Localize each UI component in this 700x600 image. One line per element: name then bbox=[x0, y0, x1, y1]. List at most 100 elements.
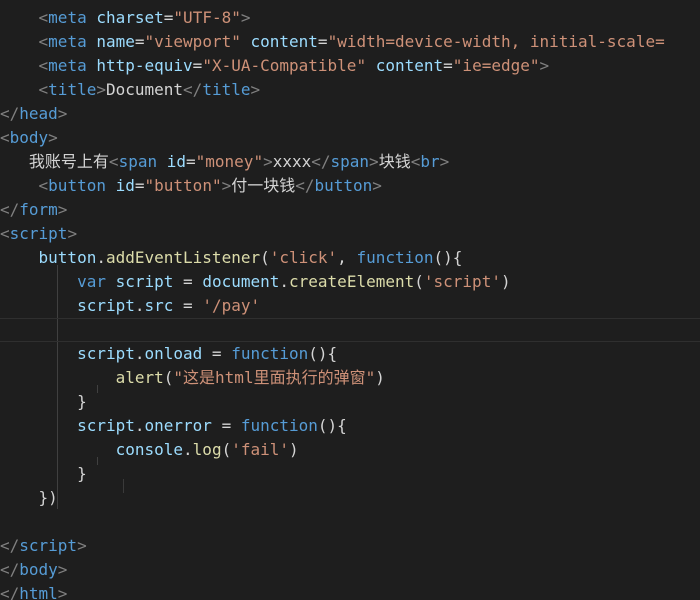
code-token: function bbox=[240, 416, 318, 435]
code-token: log bbox=[192, 440, 222, 459]
code-token: Document bbox=[105, 80, 184, 99]
code-token: . bbox=[183, 440, 193, 459]
code-token: meta bbox=[48, 56, 87, 75]
code-line[interactable]: <meta name="viewport" content="width=dev… bbox=[0, 30, 700, 54]
code-line[interactable]: script.onerror = function(){ bbox=[0, 414, 700, 438]
code-token: > bbox=[48, 128, 58, 147]
code-token: body bbox=[9, 128, 49, 147]
code-line[interactable]: </head> bbox=[0, 102, 700, 126]
code-token: var bbox=[77, 272, 106, 291]
code-token: id bbox=[115, 176, 135, 195]
code-token: = bbox=[192, 56, 203, 75]
code-token: (){ bbox=[308, 344, 338, 363]
code-token: 我账号上有 bbox=[28, 152, 109, 171]
code-token: "button" bbox=[144, 176, 222, 195]
code-line[interactable]: </form> bbox=[0, 198, 700, 222]
code-line[interactable]: alert("这是html里面执行的弹窗") bbox=[0, 366, 700, 390]
code-token: title bbox=[48, 80, 97, 99]
code-token: onload bbox=[144, 344, 203, 363]
code-line[interactable]: } bbox=[0, 462, 700, 486]
code-line[interactable]: }) bbox=[0, 486, 700, 510]
code-token: > bbox=[57, 200, 68, 219]
code-line[interactable]: <body> bbox=[0, 126, 700, 150]
code-line[interactable]: </html> bbox=[0, 582, 700, 600]
code-line[interactable] bbox=[0, 318, 700, 342]
code-token: src bbox=[144, 296, 174, 315]
code-token: </ bbox=[0, 560, 20, 579]
code-line[interactable]: script.onload = function(){ bbox=[0, 342, 700, 366]
code-line[interactable]: button.addEventListener('click', functio… bbox=[0, 246, 700, 270]
code-line[interactable]: <script> bbox=[0, 222, 700, 246]
code-line[interactable]: <meta http-equiv="X-UA-Compatible" conte… bbox=[0, 54, 700, 78]
code-line[interactable]: script.src = '/pay' bbox=[0, 294, 700, 318]
code-token: > bbox=[77, 536, 87, 555]
code-token: </ bbox=[295, 176, 315, 195]
code-line[interactable]: <button id="button">付一块钱</button> bbox=[0, 174, 700, 198]
code-token: > bbox=[57, 560, 68, 579]
code-editor[interactable]: <meta charset="UTF-8"> <meta name="viewp… bbox=[0, 0, 700, 600]
code-line[interactable]: </body> bbox=[0, 558, 700, 582]
code-token: "这是html里面执行的弹窗" bbox=[173, 368, 376, 387]
code-token: script bbox=[19, 536, 78, 555]
code-line[interactable]: </script> bbox=[0, 534, 700, 558]
code-token: script bbox=[77, 296, 135, 315]
code-line[interactable]: console.log('fail') bbox=[0, 438, 700, 462]
code-token: content bbox=[250, 32, 318, 51]
code-token: = bbox=[443, 56, 453, 75]
code-token: (){ bbox=[433, 248, 463, 267]
code-token: (){ bbox=[317, 416, 347, 435]
code-line[interactable]: var script = document.createElement('scr… bbox=[0, 270, 700, 294]
code-token: ( bbox=[260, 248, 270, 267]
code-token: console bbox=[115, 440, 184, 459]
code-token: 'script' bbox=[423, 272, 501, 291]
code-token: } bbox=[77, 464, 87, 483]
code-token: < bbox=[38, 56, 49, 75]
code-token: }) bbox=[38, 488, 58, 507]
code-token: script bbox=[9, 224, 68, 243]
code-token: > bbox=[96, 80, 106, 99]
code-token: . bbox=[96, 248, 106, 267]
code-token: > bbox=[57, 584, 68, 600]
code-token: . bbox=[134, 416, 145, 435]
code-token: < bbox=[38, 176, 49, 195]
code-token: addEventListener bbox=[105, 248, 261, 267]
code-line[interactable]: 我账号上有<span id="money">xxxx</span>块钱<br> bbox=[0, 150, 700, 174]
code-token: > bbox=[439, 152, 450, 171]
code-token: = bbox=[134, 176, 145, 195]
code-token: ( bbox=[221, 440, 232, 459]
code-line[interactable]: } bbox=[0, 390, 700, 414]
code-token: = bbox=[317, 32, 328, 51]
code-line[interactable]: <meta charset="UTF-8"> bbox=[0, 6, 700, 30]
code-token: onerror bbox=[144, 416, 212, 435]
code-token: span bbox=[118, 152, 158, 171]
code-token: br bbox=[420, 152, 440, 171]
code-token: body bbox=[19, 560, 58, 579]
code-token: span bbox=[330, 152, 370, 171]
code-line[interactable] bbox=[0, 510, 700, 534]
code-token: > bbox=[369, 152, 379, 171]
code-token: > bbox=[240, 8, 251, 27]
code-token: </ bbox=[0, 536, 20, 555]
code-token: createElement bbox=[289, 272, 415, 291]
code-token: < bbox=[38, 32, 49, 51]
code-token: name bbox=[96, 32, 135, 51]
code-token: < bbox=[0, 224, 10, 243]
code-token: < bbox=[38, 8, 49, 27]
code-token: > bbox=[250, 80, 261, 99]
code-line[interactable]: <title>Document</title> bbox=[0, 78, 700, 102]
code-token: 付一块钱 bbox=[231, 176, 296, 195]
code-token: document bbox=[202, 272, 280, 291]
code-token: 'fail' bbox=[231, 440, 290, 459]
code-token: . bbox=[134, 344, 145, 363]
code-token: = bbox=[186, 152, 196, 171]
code-token: ( bbox=[414, 272, 424, 291]
